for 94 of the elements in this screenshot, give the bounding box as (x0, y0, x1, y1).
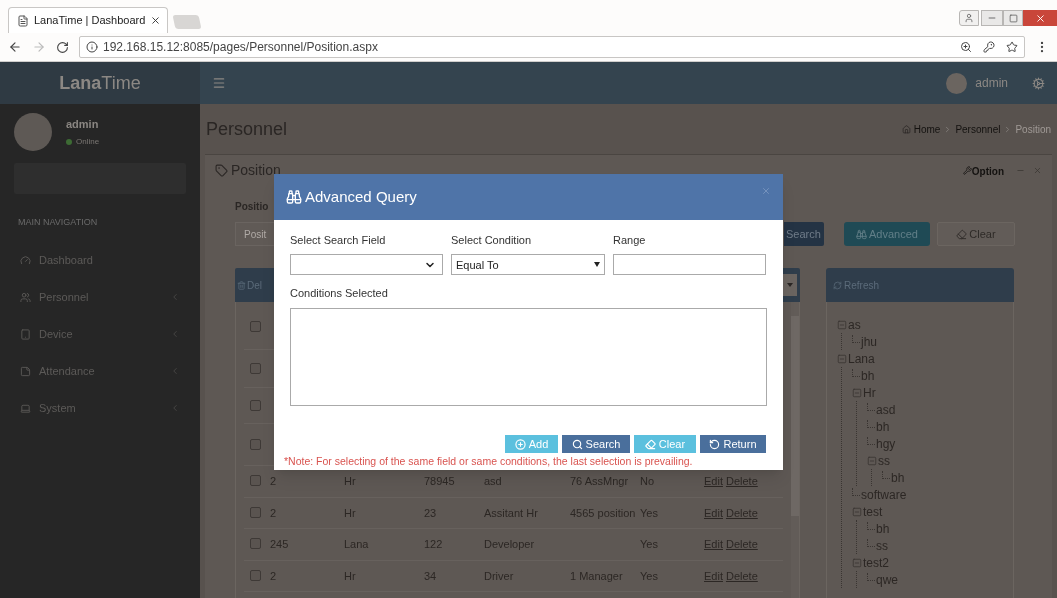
tree-branch-line (852, 334, 860, 343)
caret-icon (594, 262, 600, 268)
binoculars-icon (286, 188, 302, 205)
tags-icon (215, 164, 228, 177)
laptop-icon (20, 402, 31, 414)
minimize-button[interactable] (981, 10, 1003, 26)
caret-icon (787, 283, 793, 287)
trash-icon (237, 280, 246, 290)
eraser-icon (644, 438, 656, 450)
binoculars-icon (856, 228, 868, 240)
tree-branch-line (867, 521, 875, 530)
checkbox[interactable] (249, 439, 261, 450)
wrench-icon (962, 166, 972, 175)
page-icon (17, 14, 29, 27)
scrollbar[interactable] (791, 302, 799, 598)
status-text: Online (76, 136, 100, 149)
checkbox[interactable] (249, 569, 261, 581)
collapse-icon[interactable] (837, 353, 847, 364)
search-button[interactable]: Search (784, 222, 824, 246)
checkbox[interactable] (249, 538, 261, 549)
user-name[interactable]: admin (975, 74, 1008, 92)
tree-branch-line (867, 538, 875, 547)
collapse-icon[interactable] (852, 387, 862, 398)
tree-branch-line (852, 368, 860, 377)
breadcrumb-link[interactable]: Home (913, 121, 941, 137)
note-icon (20, 365, 31, 377)
key-icon[interactable] (983, 41, 995, 53)
breadcrumb-link[interactable]: Position (1015, 121, 1051, 137)
checkbox[interactable] (249, 475, 261, 486)
condition-select[interactable]: Equal To (451, 254, 605, 276)
settings-icon[interactable] (1032, 76, 1045, 90)
checkbox[interactable] (249, 321, 261, 332)
reload-icon[interactable] (56, 40, 69, 54)
close-icon[interactable] (150, 15, 162, 26)
profile-button[interactable] (959, 10, 979, 26)
tree-branch-line (867, 572, 875, 581)
checkbox[interactable] (249, 363, 261, 374)
field-label: Conditions Selected (289, 286, 389, 302)
url-text: 192.168.15.12:8085/pages/Personnel/Position.aspx (103, 39, 379, 56)
forward-icon[interactable] (32, 40, 46, 54)
search-field-select[interactable] (290, 254, 443, 276)
back-icon[interactable] (8, 40, 22, 54)
new-tab-button[interactable] (172, 15, 202, 29)
conditions-textarea[interactable] (290, 307, 767, 407)
avatar[interactable] (946, 72, 968, 94)
tree-branch-line (852, 487, 860, 496)
search-button[interactable]: Search (562, 435, 630, 454)
browser-tab[interactable]: LanaTime | Dashboard (8, 7, 168, 33)
tab-title: LanaTime | Dashboard (34, 13, 146, 29)
checkbox[interactable] (249, 506, 261, 518)
avatar (14, 113, 52, 151)
tree-branch-line (867, 402, 875, 411)
gauge-icon (20, 254, 31, 266)
address-bar[interactable]: 192.168.15.12:8085/pages/Personnel/Position.aspx (79, 36, 1025, 58)
tree-branch-line (867, 436, 875, 445)
return-icon (709, 438, 721, 450)
star-icon[interactable] (1006, 41, 1018, 53)
eraser-icon (956, 228, 968, 240)
option-link[interactable]: Option (971, 164, 1004, 179)
collapse-icon[interactable] (867, 455, 877, 466)
users-icon (20, 291, 31, 303)
field-label: Range (613, 232, 647, 248)
close-icon (1034, 12, 1046, 24)
collapse-icon[interactable] (852, 557, 862, 568)
collapse-icon[interactable] (837, 319, 847, 330)
close-window-button[interactable] (1023, 10, 1057, 26)
maximize-icon (1008, 13, 1018, 23)
field-label: Select Search Field (290, 232, 387, 248)
tablet-icon (20, 328, 31, 340)
field-label: Select Condition (451, 232, 533, 248)
search-icon (571, 438, 583, 450)
refresh-icon (833, 280, 842, 290)
user-icon (964, 13, 974, 23)
page-size-select[interactable] (783, 274, 797, 296)
zoom-icon[interactable] (960, 41, 972, 53)
advanced-button[interactable]: Advanced (844, 222, 930, 246)
range-field[interactable] (613, 254, 766, 276)
clear-button[interactable]: Clear (634, 435, 696, 454)
tree-branch-line (867, 419, 875, 428)
note-text: *Note: For selecting of the same field or same conditions, the last selection is prevailing. (283, 454, 694, 470)
section-heading: MAIN NAVIGATION (17, 216, 99, 229)
add-button[interactable]: Add (505, 435, 558, 454)
modal-title: Advanced Query (305, 186, 418, 207)
return-button[interactable]: Return (700, 435, 766, 454)
breadcrumb-link[interactable]: Personnel (955, 121, 1001, 137)
user-name: admin (66, 116, 100, 132)
maximize-button[interactable] (1003, 10, 1023, 26)
home-icon (901, 124, 911, 134)
checkbox[interactable] (249, 400, 261, 411)
position-field[interactable]: Posit (235, 222, 274, 246)
collapse-icon[interactable] (852, 506, 862, 517)
tree-branch-line (882, 470, 890, 479)
plus-circle-icon (514, 438, 526, 450)
info-icon (86, 41, 98, 53)
